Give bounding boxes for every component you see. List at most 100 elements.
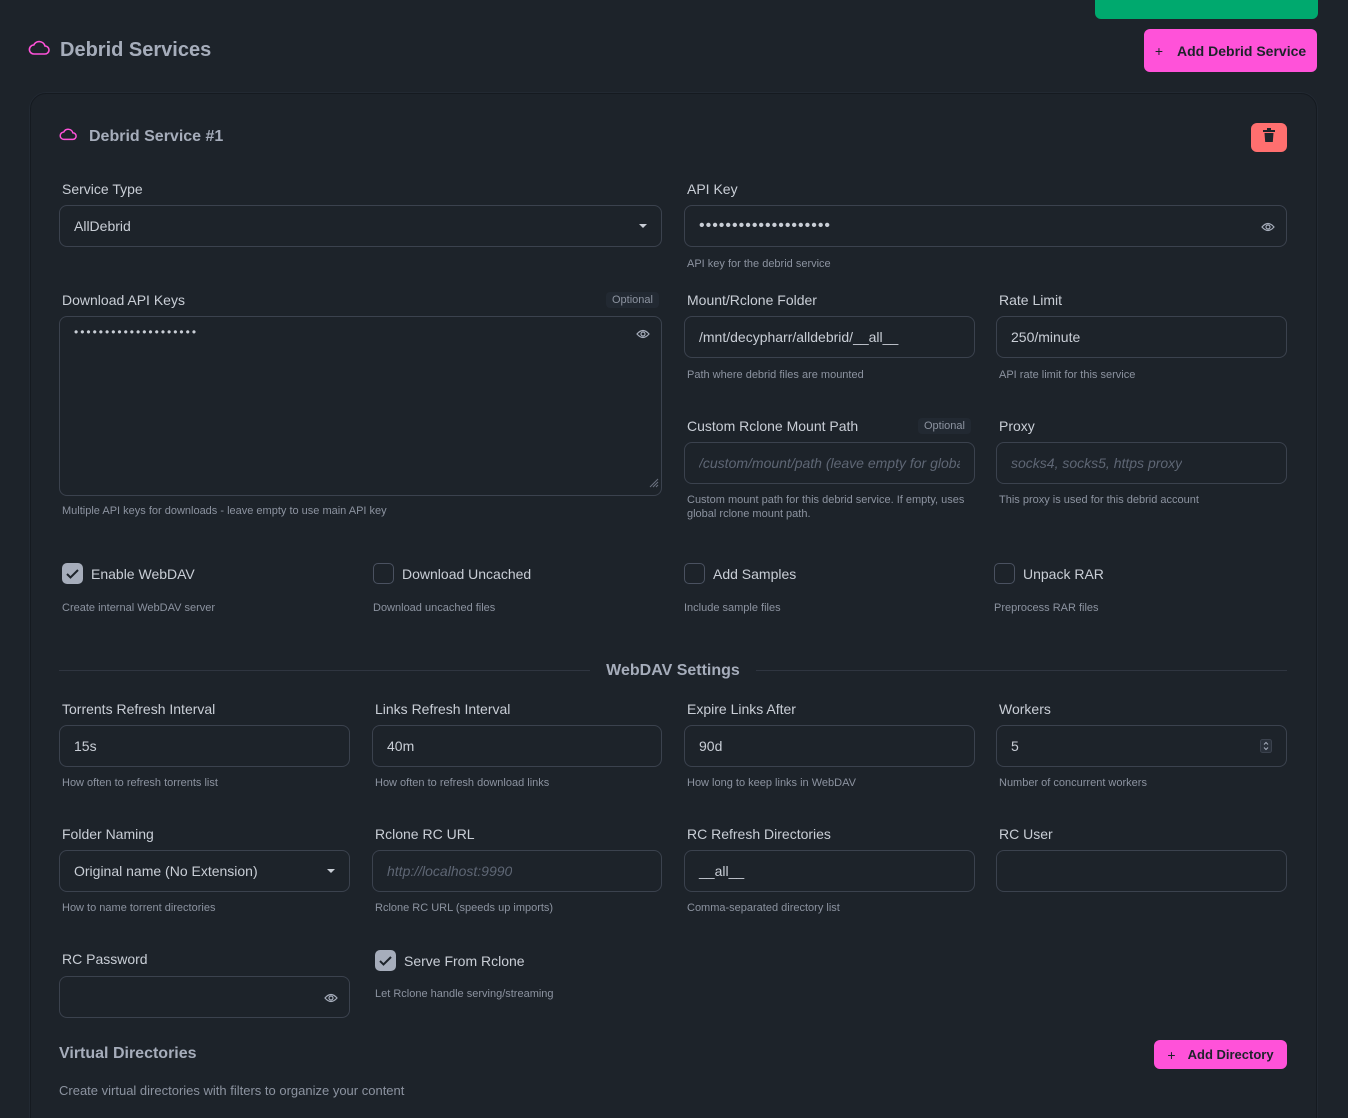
rc-refresh-dirs-help: Comma-separated directory list	[687, 902, 840, 914]
expire-links-help: How long to keep links in WebDAV	[687, 777, 856, 789]
download-uncached-help: Download uncached files	[373, 602, 496, 614]
rc-user-input[interactable]	[996, 850, 1287, 892]
rc-password-label: RC Password	[62, 951, 148, 967]
rate-limit-value: 250/minute	[1011, 329, 1081, 345]
rclone-rc-url-help: Rclone RC URL (speeds up imports)	[375, 902, 554, 914]
checkbox-unchecked[interactable]	[373, 563, 394, 584]
download-uncached-checkbox[interactable]: Download Uncached	[373, 563, 531, 584]
checkbox-checked[interactable]	[375, 950, 396, 971]
torrents-refresh-label: Torrents Refresh Interval	[62, 701, 216, 717]
proxy-placeholder: socks4, socks5, https proxy	[1011, 455, 1183, 471]
virtual-directories-description: Create virtual directories with filters …	[59, 1083, 405, 1098]
unpack-rar-label: Unpack RAR	[1023, 565, 1104, 582]
workers-input[interactable]: 5	[996, 725, 1287, 767]
add-samples-checkbox[interactable]: Add Samples	[684, 563, 796, 584]
card-title: Debrid Service #1	[59, 126, 223, 148]
resize-handle-icon[interactable]	[649, 475, 659, 493]
enable-webdav-checkbox[interactable]: Enable WebDAV	[62, 563, 195, 584]
page-title: Debrid Services	[28, 36, 211, 64]
mount-folder-input[interactable]: /mnt/decypharr/alldebrid/__all__	[684, 316, 975, 358]
plus-icon: +	[1167, 1046, 1176, 1063]
card-title-text: Debrid Service #1	[89, 128, 224, 145]
checkbox-checked[interactable]	[62, 563, 83, 584]
api-key-label: API Key	[687, 181, 738, 197]
checkbox-unchecked[interactable]	[684, 563, 705, 584]
rclone-rc-url-input[interactable]: http://localhost:9990	[372, 850, 662, 892]
rate-limit-label: Rate Limit	[999, 292, 1063, 308]
eye-icon[interactable]	[1261, 220, 1275, 238]
links-refresh-input[interactable]: 40m	[372, 725, 662, 767]
unpack-rar-checkbox[interactable]: Unpack RAR	[994, 563, 1104, 584]
download-api-keys-textarea[interactable]: ••••••••••••••••••••	[59, 316, 662, 496]
api-key-value: ••••••••••••••••••••	[699, 217, 832, 234]
service-type-select[interactable]: AllDebrid	[59, 205, 662, 247]
eye-icon[interactable]	[636, 327, 650, 345]
divider-left	[59, 670, 590, 671]
mount-folder-help: Path where debrid files are mounted	[687, 369, 864, 381]
add-directory-label: Add Directory	[1187, 1047, 1274, 1062]
links-refresh-help: How often to refresh download links	[375, 777, 550, 789]
enable-webdav-help: Create internal WebDAV server	[62, 602, 216, 614]
mount-folder-value: /mnt/decypharr/alldebrid/__all__	[699, 329, 899, 345]
api-key-help: API key for the debrid service	[687, 258, 831, 270]
workers-help: Number of concurrent workers	[999, 777, 1147, 789]
cloud-icon	[59, 128, 77, 146]
service-type-label: Service Type	[62, 181, 143, 197]
top-green-button[interactable]	[1095, 0, 1318, 19]
download-api-keys-label: Download API Keys	[62, 292, 185, 308]
chevron-down-icon	[327, 869, 335, 873]
rc-refresh-dirs-input[interactable]: __all__	[684, 850, 975, 892]
proxy-input[interactable]: socks4, socks5, https proxy	[996, 442, 1287, 484]
folder-naming-select[interactable]: Original name (No Extension)	[59, 850, 350, 892]
links-refresh-label: Links Refresh Interval	[375, 701, 511, 717]
download-api-keys-value: ••••••••••••••••••••	[74, 325, 199, 339]
serve-from-rclone-help: Let Rclone handle serving/streaming	[375, 988, 554, 1000]
proxy-label: Proxy	[999, 418, 1035, 434]
workers-value: 5	[1011, 738, 1019, 754]
expire-links-label: Expire Links After	[687, 701, 796, 717]
page-title-text: Debrid Services	[60, 38, 212, 61]
chevron-down-icon	[639, 224, 647, 228]
rc-password-input[interactable]	[59, 976, 350, 1018]
mount-folder-label: Mount/Rclone Folder	[687, 292, 817, 308]
serve-from-rclone-label: Serve From Rclone	[404, 952, 525, 969]
cloud-icon	[28, 40, 50, 61]
custom-mount-label: Custom Rclone Mount Path	[687, 418, 859, 434]
expire-links-input[interactable]: 90d	[684, 725, 975, 767]
rclone-rc-url-label: Rclone RC URL	[375, 826, 475, 842]
trash-icon	[1263, 128, 1275, 147]
folder-naming-label: Folder Naming	[62, 826, 154, 842]
expire-links-value: 90d	[699, 738, 723, 754]
rate-limit-help: API rate limit for this service	[999, 369, 1136, 381]
virtual-directories-title: Virtual Directories	[59, 1045, 197, 1062]
optional-badge: Optional	[606, 292, 659, 308]
delete-service-button[interactable]	[1251, 123, 1287, 152]
add-debrid-service-label: Add Debrid Service	[1177, 42, 1307, 59]
unpack-rar-help: Preprocess RAR files	[994, 602, 1099, 614]
torrents-refresh-value: 15s	[74, 738, 97, 754]
rc-user-label: RC User	[999, 826, 1053, 842]
add-samples-help: Include sample files	[684, 602, 781, 614]
rate-limit-input[interactable]: 250/minute	[996, 316, 1287, 358]
checkbox-unchecked[interactable]	[994, 563, 1015, 584]
rclone-rc-url-placeholder: http://localhost:9990	[387, 863, 513, 879]
add-samples-label: Add Samples	[713, 565, 797, 582]
stepper-icon[interactable]	[1260, 739, 1272, 756]
download-api-keys-help: Multiple API keys for downloads - leave …	[62, 505, 387, 517]
links-refresh-value: 40m	[387, 738, 415, 754]
service-type-value: AllDebrid	[74, 218, 131, 234]
custom-mount-help: Custom mount path for this debrid servic…	[687, 494, 965, 520]
rc-refresh-dirs-label: RC Refresh Directories	[687, 826, 831, 842]
folder-naming-help: How to name torrent directories	[62, 902, 216, 914]
custom-mount-input[interactable]: /custom/mount/path (leave empty for glob…	[684, 442, 975, 484]
eye-icon[interactable]	[324, 991, 338, 1007]
folder-naming-value: Original name (No Extension)	[74, 863, 258, 879]
torrents-refresh-input[interactable]: 15s	[59, 725, 350, 767]
serve-from-rclone-checkbox[interactable]: Serve From Rclone	[375, 950, 525, 971]
download-uncached-label: Download Uncached	[402, 565, 532, 582]
add-debrid-service-button[interactable]: + Add Debrid Service	[1144, 29, 1317, 72]
optional-badge: Optional	[918, 418, 971, 434]
add-directory-button[interactable]: + Add Directory	[1154, 1040, 1287, 1069]
api-key-input[interactable]: ••••••••••••••••••••	[684, 205, 1287, 247]
custom-mount-placeholder: /custom/mount/path (leave empty for glob…	[699, 455, 960, 471]
